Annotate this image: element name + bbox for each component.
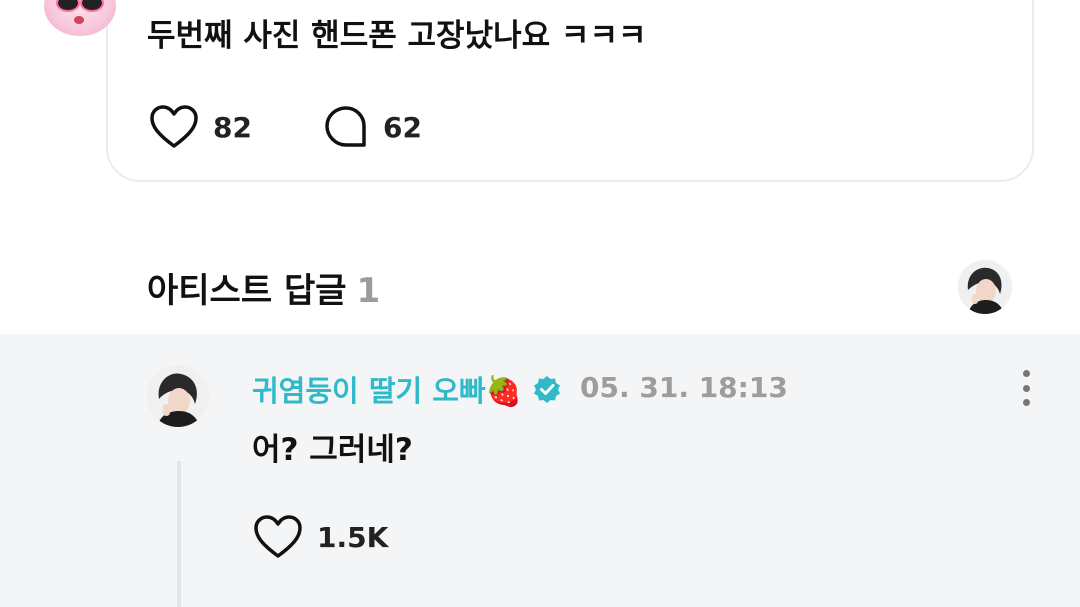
verified-badge-icon: [533, 376, 560, 403]
heart-icon: [150, 105, 198, 148]
artist-portrait-icon: [147, 365, 209, 427]
more-vertical-icon[interactable]: [1019, 370, 1033, 406]
heart-icon: [254, 515, 302, 558]
artist-replies-count: 1: [356, 271, 381, 311]
reply-text: 어? 그러네?: [252, 432, 413, 468]
reply-author-label: 귀염둥이 딸기 오빠🍓: [252, 374, 522, 408]
comment-bubble-icon: [325, 106, 366, 147]
reply-author-name[interactable]: 귀염둥이 딸기 오빠🍓: [252, 368, 562, 410]
avatar-mouth: [74, 16, 84, 24]
artist-replies-title: 아티스트 답글 1: [147, 263, 380, 312]
thread-line: [177, 461, 181, 607]
post-text: 두번째 사진 핸드폰 고장났나요 ㅋㅋㅋ: [147, 18, 647, 54]
post-like-count: 82: [213, 110, 252, 144]
avatar-glasses: [56, 0, 104, 12]
artist-avatar-header[interactable]: [958, 260, 1012, 314]
page: 두번째 사진 핸드폰 고장났나요 ㅋㅋㅋ 82 62 아티스트 답글 1 귀염둥…: [0, 0, 1080, 607]
artist-replies-label: 아티스트 답글: [147, 271, 347, 311]
reply-timestamp: 05. 31. 18:13: [580, 371, 788, 404]
reply-like-count: 1.5K: [317, 520, 389, 554]
post-like-button[interactable]: 82: [149, 104, 252, 150]
post-comment-count: 62: [383, 110, 422, 144]
artist-portrait-icon: [958, 260, 1012, 314]
reply-author-avatar[interactable]: [147, 365, 209, 427]
post-comment-button[interactable]: 62: [323, 104, 422, 150]
reply-like-button[interactable]: 1.5K: [253, 514, 388, 560]
artist-reply: 귀염둥이 딸기 오빠🍓 05. 31. 18:13 어? 그러네? 1.5K: [0, 334, 1080, 607]
